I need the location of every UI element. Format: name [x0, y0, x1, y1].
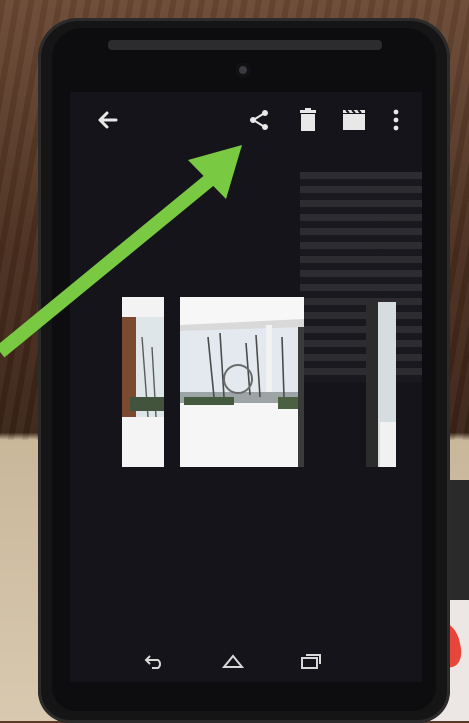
earpiece-grille — [108, 40, 382, 50]
thumbnail-next[interactable] — [366, 302, 396, 467]
nav-recent-apps-icon[interactable] — [296, 648, 326, 674]
thumbnail-previous[interactable] — [122, 297, 164, 467]
phone-screen — [70, 92, 422, 682]
trash-icon[interactable] — [294, 106, 322, 134]
nav-home-icon[interactable] — [218, 648, 248, 674]
overflow-menu-icon[interactable] — [382, 106, 410, 134]
gallery-action-bar — [70, 92, 422, 148]
thumbnail-current[interactable] — [180, 297, 304, 467]
film-icon[interactable] — [340, 106, 368, 134]
share-icon[interactable] — [245, 106, 273, 134]
system-nav-bar — [70, 642, 422, 682]
back-icon[interactable] — [94, 106, 122, 134]
nav-back-icon[interactable] — [140, 648, 170, 674]
front-camera — [236, 63, 250, 77]
screen-glare — [300, 172, 422, 382]
